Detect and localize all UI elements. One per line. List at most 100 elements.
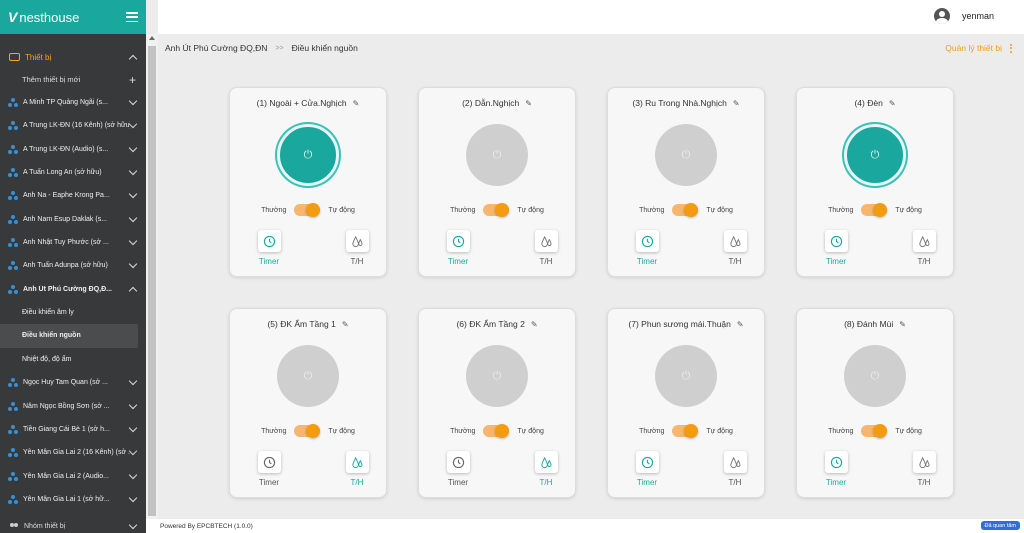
sidebar-subitem-power[interactable]: Điều khiển nguồn	[0, 324, 138, 348]
mode-manual-label: Thường	[828, 206, 854, 214]
sidebar-item[interactable]: Anh Nhật Tuy Phước (sở ...	[0, 231, 146, 254]
edit-pencil-icon[interactable]: ✎	[737, 320, 744, 329]
scroll-thumb[interactable]	[148, 46, 156, 516]
water-drops-icon[interactable]	[723, 451, 747, 473]
humidity-button[interactable]: T/H	[342, 451, 372, 487]
power-button[interactable]: ⏻	[844, 345, 906, 407]
clock-icon[interactable]	[824, 451, 848, 473]
mode-manual-label: Thường	[639, 427, 665, 435]
timer-button[interactable]: Timer	[632, 230, 662, 266]
logo-text: nesthouse	[19, 9, 80, 25]
edit-pencil-icon[interactable]: ✎	[899, 320, 906, 329]
mode-toggle[interactable]	[294, 203, 321, 217]
chat-widget-button[interactable]: Đã quan tâm	[980, 521, 1020, 530]
water-drops-icon[interactable]	[345, 230, 369, 252]
humidity-button[interactable]: T/H	[909, 230, 939, 266]
power-button[interactable]: ⏻	[466, 345, 528, 407]
sidebar-item[interactable]: A Tuấn Long An (sở hữu)	[0, 161, 146, 184]
sidebar-item[interactable]: Năm Ngọc Bồng Sơn (sở ...	[0, 394, 146, 417]
power-button[interactable]: ⏻	[655, 124, 717, 186]
sidebar-group-devices[interactable]: Nhóm thiết bị	[0, 519, 146, 533]
device-card: (4) Đèn ✎ ⏻ Thường Tự động Timer T/H	[796, 87, 954, 277]
network-icon	[8, 214, 18, 224]
humidity-button[interactable]: T/H	[531, 230, 561, 266]
sidebar-item[interactable]: A Trung LK-ĐN (16 Kênh) (sở hữu)	[0, 114, 146, 137]
water-drops-icon[interactable]	[912, 451, 936, 473]
sidebar-item[interactable]: Anh Nam Esup Daklak (s...	[0, 207, 146, 230]
sidebar-subitem-humidity[interactable]: Nhiệt độ, độ ẩm	[0, 348, 146, 372]
breadcrumb-separator: >>	[275, 44, 284, 52]
mode-auto-label: Tự động	[328, 427, 355, 435]
humidity-button[interactable]: T/H	[720, 230, 750, 266]
clock-icon[interactable]	[446, 451, 470, 473]
timer-button[interactable]: Timer	[632, 451, 662, 487]
sidebar-subitem-amplifier[interactable]: Điều khiển âm ly	[0, 301, 146, 325]
edit-pencil-icon[interactable]: ✎	[889, 99, 896, 108]
card-title: (8) Đánh Mùi ✎	[797, 319, 953, 329]
water-drops-icon[interactable]	[912, 230, 936, 252]
timer-button[interactable]: Timer	[254, 230, 284, 266]
power-button[interactable]: ⏻	[277, 124, 339, 186]
manage-devices-link[interactable]: Quản lý thiết bị	[945, 43, 1012, 53]
timer-button[interactable]: Timer	[821, 230, 851, 266]
timer-button[interactable]: Timer	[443, 451, 473, 487]
water-drops-icon[interactable]	[345, 451, 369, 473]
clock-icon[interactable]	[635, 451, 659, 473]
card-title-text: (7) Phun sương mái.Thuận	[628, 319, 731, 329]
sidebar-item-open[interactable]: Anh Út Phú Cường ĐQ,Đ...	[0, 277, 146, 300]
mode-toggle[interactable]	[672, 203, 699, 217]
power-button[interactable]: ⏻	[844, 124, 906, 186]
edit-pencil-icon[interactable]: ✎	[733, 99, 740, 108]
sidebar-item[interactable]: Anh Na - Eaphe Krong Pa...	[0, 184, 146, 207]
timer-button[interactable]: Timer	[254, 451, 284, 487]
edit-pencil-icon[interactable]: ✎	[525, 99, 532, 108]
sidebar-item[interactable]: Yên Mân Gia Lai 2 (16 Kênh) (sở ...	[0, 441, 146, 464]
mode-toggle[interactable]	[483, 424, 510, 438]
humidity-button[interactable]: T/H	[531, 451, 561, 487]
water-drops-icon[interactable]	[723, 230, 747, 252]
clock-icon[interactable]	[824, 230, 848, 252]
mode-toggle[interactable]	[861, 424, 888, 438]
humidity-button[interactable]: T/H	[909, 451, 939, 487]
power-button[interactable]: ⏻	[277, 345, 339, 407]
water-drops-icon[interactable]	[534, 230, 558, 252]
clock-icon[interactable]	[257, 451, 281, 473]
sidebar-item[interactable]: A Minh TP Quảng Ngãi (s...	[0, 91, 146, 114]
sidebar-item[interactable]: Anh Tuấn Adunpa (sở hữu)	[0, 254, 146, 277]
mode-toggle[interactable]	[672, 424, 699, 438]
water-drops-icon[interactable]	[534, 451, 558, 473]
edit-pencil-icon[interactable]: ✎	[531, 320, 538, 329]
clock-icon[interactable]	[635, 230, 659, 252]
more-vert-icon[interactable]	[1010, 43, 1012, 53]
sidebar-item[interactable]: Ngọc Huy Tam Quan (sở ...	[0, 371, 146, 394]
power-button[interactable]: ⏻	[466, 124, 528, 186]
mode-toggle[interactable]	[483, 203, 510, 217]
hamburger-menu-icon[interactable]	[126, 12, 138, 22]
edit-pencil-icon[interactable]: ✎	[353, 99, 360, 108]
sidebar-item[interactable]: A Trung LK-ĐN (Audio) (s...	[0, 138, 146, 161]
sidebar-item[interactable]: Tiền Giang Cái Bè 1 (sở h...	[0, 418, 146, 441]
breadcrumb-parent[interactable]: Anh Út Phú Cường ĐQ,ĐN	[165, 43, 267, 53]
user-menu[interactable]: yenman	[933, 8, 994, 24]
sidebar-section-devices[interactable]: Thiết bị	[0, 46, 146, 68]
power-button[interactable]: ⏻	[655, 345, 717, 407]
mode-toggle[interactable]	[861, 203, 888, 217]
user-name[interactable]: yenman	[962, 11, 994, 21]
humidity-button[interactable]: T/H	[720, 451, 750, 487]
chevron-down-icon	[128, 470, 138, 479]
avatar[interactable]	[933, 8, 950, 24]
card-title: (2) Dẫn.Nghịch ✎	[419, 98, 575, 108]
sidebar-item[interactable]: Yên Mân Gia Lai 2 (Audio...	[0, 464, 146, 487]
clock-icon[interactable]	[446, 230, 470, 252]
chevron-down-icon	[128, 190, 138, 199]
mode-toggle[interactable]	[294, 424, 321, 438]
clock-icon[interactable]	[257, 230, 281, 252]
scroll-up-arrow-icon[interactable]	[149, 36, 155, 40]
timer-button[interactable]: Timer	[443, 230, 473, 266]
edit-pencil-icon[interactable]: ✎	[342, 320, 349, 329]
timer-button[interactable]: Timer	[821, 451, 851, 487]
scrollbar[interactable]	[146, 34, 158, 519]
add-device-link[interactable]: Thêm thiết bị mới +	[0, 68, 146, 91]
humidity-button[interactable]: T/H	[342, 230, 372, 266]
sidebar-item[interactable]: Yên Mân Gia Lai 1 (sở hữ...	[0, 488, 146, 511]
